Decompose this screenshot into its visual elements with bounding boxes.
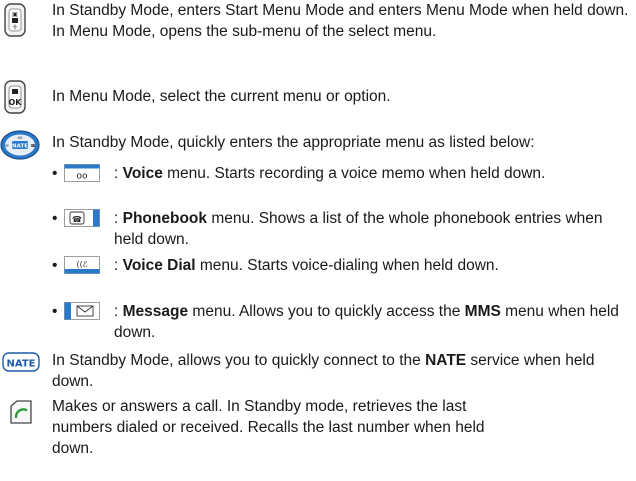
nate-bold: NATE <box>425 352 467 369</box>
entry-text: Makes or answers a call. In Standby mode… <box>52 398 485 457</box>
nate-pre: In Standby Mode, allows you to quickly c… <box>52 352 426 369</box>
menu-desc: menu. Starts voice-dialing when held dow… <box>195 257 499 274</box>
list-item: • : Message menu. Allows you to quickly … <box>52 301 630 343</box>
svg-text:((ℰ: ((ℰ <box>76 260 87 269</box>
svg-text:☎: ☎ <box>31 143 36 148</box>
phonebook-key-icon: ☎ <box>64 209 100 233</box>
menu-name: Voice <box>122 165 163 182</box>
list-item: • ☎ : Phonebook menu. Shows a list of th… <box>52 208 630 250</box>
svg-text:☎: ☎ <box>72 215 82 224</box>
entry-text: In Standby Mode, quickly enters the appr… <box>52 134 535 151</box>
message-key-icon <box>64 302 100 326</box>
voice-dial-key-icon: ((ℰ <box>64 256 100 280</box>
menu-desc: menu. Starts recording a voice memo when… <box>162 165 546 182</box>
svg-text:oo: oo <box>76 172 88 182</box>
menu-desc: menu. Allows you to quickly access the <box>188 303 465 320</box>
svg-text:OK: OK <box>9 98 23 107</box>
ok-key-icon: OK <box>4 80 26 120</box>
separator: : <box>114 257 123 274</box>
bullet-icon: • <box>52 303 58 320</box>
svg-text:NATE: NATE <box>7 359 36 370</box>
entry-text: In Standby Mode, enters Start Menu Mode … <box>52 2 629 40</box>
bullet-icon: • <box>52 165 58 182</box>
bullet-icon: • <box>52 210 58 227</box>
menu-name: Voice Dial <box>122 257 196 274</box>
list-item: • oo : Voice menu. Starts recording a vo… <box>52 163 630 184</box>
svg-text:NATE: NATE <box>12 144 28 150</box>
bullet-icon: • <box>52 257 58 274</box>
svg-text:▣: ▣ <box>12 11 18 18</box>
svg-text:oo: oo <box>18 135 23 140</box>
menu-name: Phonebook <box>122 210 208 227</box>
menu-bold: MMS <box>464 303 501 320</box>
voicemail-key-icon: oo <box>64 164 100 188</box>
menu-name: Message <box>122 303 189 320</box>
separator: : <box>114 210 123 227</box>
send-key-icon <box>10 400 32 430</box>
separator: : <box>114 165 123 182</box>
navigation-key-icon: NATE oo ✉ ☎ <box>0 130 40 166</box>
svg-text:卄: 卄 <box>12 24 17 31</box>
nate-key-icon: NATE <box>2 352 40 378</box>
list-item: • ((ℰ : Voice Dial menu. Starts voice-di… <box>52 255 630 276</box>
entry-text: In Menu Mode, select the current menu or… <box>52 88 391 105</box>
menu-key-icon: ▣ 卄 <box>4 3 26 43</box>
separator: : <box>114 303 123 320</box>
